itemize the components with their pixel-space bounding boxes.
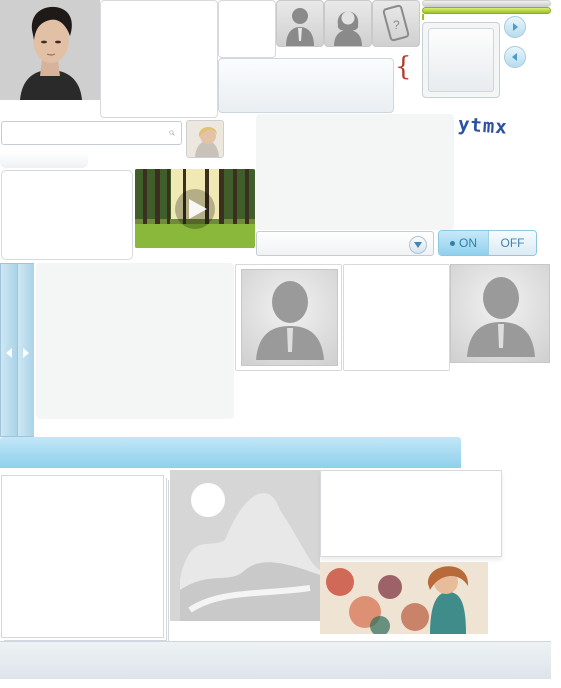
footer-bar: [0, 641, 551, 679]
video-player[interactable]: [135, 169, 255, 248]
male-avatar-icon: [256, 281, 324, 360]
side-nav-left-col[interactable]: [1, 264, 18, 436]
chevron-down-icon: [414, 242, 422, 248]
toggle-off[interactable]: OFF: [488, 231, 536, 255]
stacked-panel: [1, 475, 164, 638]
toggle-off-label: OFF: [500, 236, 525, 250]
search-input[interactable]: [2, 124, 169, 142]
tab-stub: [0, 152, 88, 168]
search-icon[interactable]: [169, 125, 175, 141]
arrow-left-icon: [6, 348, 12, 358]
female-avatar-icon: [334, 11, 362, 46]
content-area-grey-2: [36, 263, 234, 419]
progress-bar-1: [422, 0, 551, 7]
toggle-indicator: [450, 240, 455, 246]
content-panel-2: [218, 0, 276, 58]
side-nav-right-col[interactable]: [18, 264, 34, 436]
side-navigation: [0, 263, 34, 437]
progress-handle: [422, 14, 424, 20]
profile-photo: [0, 0, 100, 100]
gradient-panel: [218, 58, 394, 113]
blue-header-bar: [0, 437, 461, 468]
male-avatar-icon: [467, 277, 535, 357]
next-button[interactable]: [504, 16, 526, 38]
user-thumbnail[interactable]: [186, 120, 224, 158]
mobile-help-tile[interactable]: ?: [372, 0, 420, 47]
male-avatar-tile[interactable]: [276, 0, 324, 47]
art-image: [320, 562, 488, 634]
on-off-toggle[interactable]: ON OFF: [438, 230, 537, 256]
landscape-placeholder-icon: [170, 470, 320, 621]
toggle-on-label: ON: [459, 236, 477, 250]
content-panel-5: [320, 470, 502, 557]
search-field[interactable]: [1, 121, 182, 145]
arrow-right-icon: [513, 23, 518, 31]
content-area-grey: [256, 114, 454, 230]
play-icon[interactable]: [185, 197, 209, 221]
captcha-text: ytmx: [457, 113, 509, 139]
image-frame-inner: [428, 28, 494, 92]
female-avatar-tile[interactable]: [324, 0, 372, 47]
avatar-card-1-image: [241, 269, 338, 366]
avatar-card-1[interactable]: [235, 264, 342, 371]
image-placeholder: [170, 470, 320, 621]
arrow-right-icon: [23, 348, 29, 358]
avatar-card-2[interactable]: [450, 264, 550, 363]
mobile-help-icon: ?: [382, 4, 410, 42]
content-panel-1: [100, 0, 218, 118]
brace-decoration: {: [395, 52, 412, 82]
arrow-left-icon: [512, 53, 517, 61]
toggle-on[interactable]: ON: [439, 231, 488, 255]
dropdown-select[interactable]: [256, 231, 434, 256]
progress-bar-2: [422, 7, 551, 14]
content-panel-4: [343, 264, 450, 371]
content-panel-3: [1, 170, 133, 260]
image-frame: [422, 22, 500, 98]
dropdown-chevron[interactable]: [409, 236, 427, 254]
svg-text:?: ?: [393, 18, 400, 32]
prev-button[interactable]: [504, 46, 526, 68]
male-avatar-icon: [286, 8, 314, 46]
